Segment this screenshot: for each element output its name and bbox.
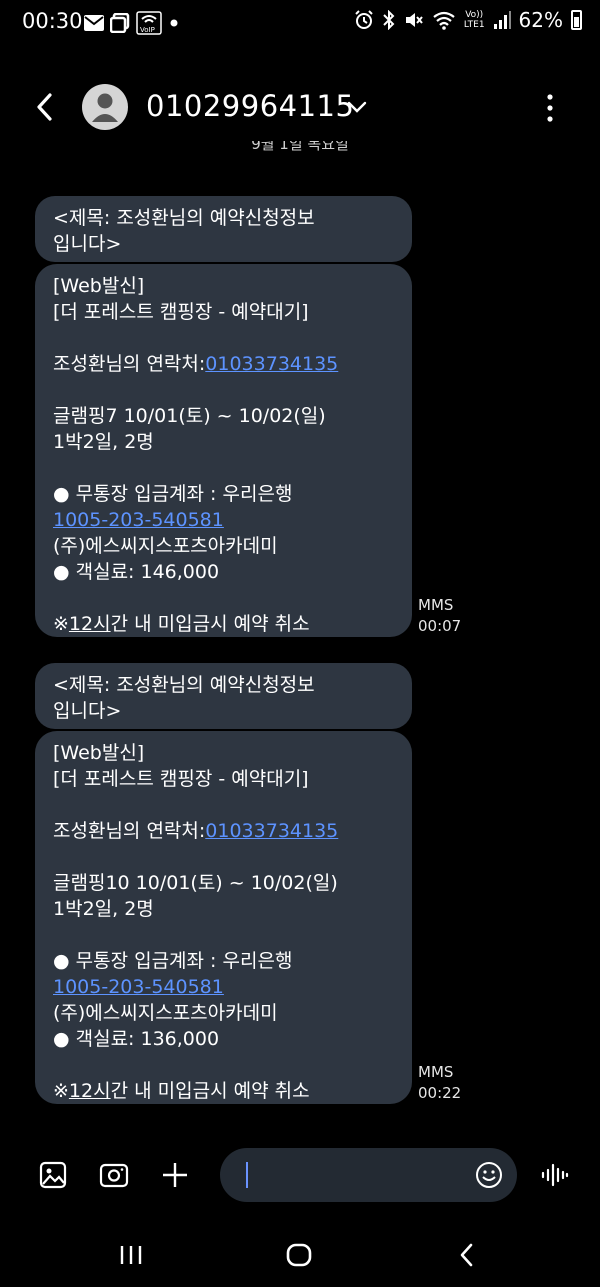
chevron-down-icon[interactable]	[346, 98, 368, 116]
dot-icon	[170, 19, 178, 27]
status-left-icons: VoIP	[84, 11, 180, 35]
wifi-icon	[433, 11, 455, 30]
fee-line: ● 객실료: 136,000	[53, 1028, 220, 1050]
phone-link[interactable]: 01033734135	[205, 353, 338, 375]
note-rest: 간 내 미입금시 예약 취소	[110, 613, 310, 635]
message-type: MMS	[418, 596, 454, 614]
more-vertical-icon[interactable]	[540, 92, 560, 124]
contact-line: 조성환님의 연락처:01033734135	[53, 818, 394, 844]
voice-wave-icon[interactable]	[540, 1160, 570, 1190]
note-line: ※12시간 내 미입금시 예약 취소	[53, 1078, 394, 1104]
volte-top: Vo))	[465, 10, 484, 20]
account-link[interactable]: 1005-203-540581	[53, 507, 394, 533]
holder-line: (주)에스씨지스포츠아카데미	[53, 1002, 278, 1024]
back-arrow-icon[interactable]	[30, 90, 64, 124]
message-line: [더 포레스트 캠핑장 - 예약대기]	[53, 301, 309, 323]
message-meta: MMS 00:07	[418, 595, 461, 637]
voip-label: VoIP	[140, 26, 155, 34]
volte-icon: Vo)) LTE1	[464, 10, 485, 30]
back-icon[interactable]	[452, 1240, 482, 1270]
avatar[interactable]	[82, 84, 128, 130]
booking-line: 글램핑10 10/01(토) ~ 10/02(일)	[53, 872, 338, 894]
status-right-icons: Vo)) LTE1 62%	[354, 8, 582, 32]
contact-prefix: 조성환님의 연락처:	[53, 820, 206, 842]
guests-line: 1박2일, 2명	[53, 431, 154, 453]
system-nav-bar	[0, 1220, 600, 1287]
note-rest: 간 내 미입금시 예약 취소	[110, 1080, 310, 1102]
bank-line: ● 무통장 입금계좌 : 우리은행	[53, 950, 293, 972]
note-line: ※12시간 내 미입금시 예약 취소	[53, 611, 394, 637]
phone-link[interactable]: 01033734135	[205, 820, 338, 842]
status-time: 00:30	[22, 9, 83, 33]
volte-bottom: LTE1	[463, 20, 485, 30]
date-separator-text: 9월 1일 목요일	[251, 141, 349, 153]
fee-line: ● 객실료: 146,000	[53, 561, 220, 583]
gallery-icon[interactable]	[38, 1160, 68, 1190]
composer-bar	[0, 1140, 600, 1210]
contact-prefix: 조성환님의 연락처:	[53, 353, 206, 375]
note-prefix: ※	[53, 613, 69, 635]
message-line: [Web발신]	[53, 275, 145, 297]
status-bar: 00:30 VoIP Vo)) LTE1 62%	[0, 0, 600, 44]
contact-name[interactable]: 01029964115	[146, 89, 354, 123]
note-hours-link[interactable]: 12시	[69, 613, 111, 635]
sync-icon	[110, 13, 130, 33]
account-link[interactable]: 1005-203-540581	[53, 974, 394, 1000]
message-body-bubble[interactable]: [Web발신] [더 포레스트 캠핑장 - 예약대기] 조성환님의 연락처:0103…	[35, 731, 412, 1104]
message-body-bubble[interactable]: [Web발신] [더 포레스트 캠핑장 - 예약대기] 조성환님의 연락처:0103…	[35, 264, 412, 637]
battery-percent: 62%	[518, 8, 563, 32]
note-prefix: ※	[53, 1080, 69, 1102]
message-time: 00:07	[418, 617, 462, 635]
booking-line: 글램핑7 10/01(토) ~ 10/02(일)	[53, 405, 326, 427]
emoji-icon[interactable]	[475, 1161, 503, 1189]
date-separator: 9월 1일 목요일	[0, 141, 600, 163]
home-icon[interactable]	[284, 1240, 314, 1270]
person-icon	[92, 93, 118, 122]
camera-icon[interactable]	[99, 1160, 129, 1190]
message-type: MMS	[418, 1063, 454, 1081]
message-input[interactable]	[220, 1148, 517, 1202]
contact-line: 조성환님의 연락처:01033734135	[53, 351, 394, 377]
battery-icon	[571, 10, 582, 30]
bluetooth-icon	[383, 10, 395, 30]
voip-wifi-icon: VoIP	[136, 11, 162, 35]
conversation-header: 01029964115	[0, 76, 600, 138]
text-cursor	[246, 1162, 248, 1188]
message-line: [더 포레스트 캠핑장 - 예약대기]	[53, 768, 309, 790]
mute-icon	[405, 13, 423, 27]
recents-icon[interactable]	[116, 1240, 146, 1270]
message-subject-bubble[interactable]: <제목: 조성환님의 예약신청정보 입니다>	[35, 663, 412, 729]
note-hours-link[interactable]: 12시	[69, 1080, 111, 1102]
mail-icon	[84, 15, 104, 31]
plus-icon[interactable]	[160, 1160, 190, 1190]
signal-icon	[493, 11, 511, 29]
guests-line: 1박2일, 2명	[53, 898, 154, 920]
holder-line: (주)에스씨지스포츠아카데미	[53, 535, 278, 557]
alarm-icon	[355, 10, 373, 29]
message-meta: MMS 00:22	[418, 1062, 461, 1104]
message-subject-bubble[interactable]: <제목: 조성환님의 예약신청정보 입니다>	[35, 196, 412, 262]
message-line: [Web발신]	[53, 742, 145, 764]
message-time: 00:22	[418, 1084, 462, 1102]
bank-line: ● 무통장 입금계좌 : 우리은행	[53, 483, 293, 505]
